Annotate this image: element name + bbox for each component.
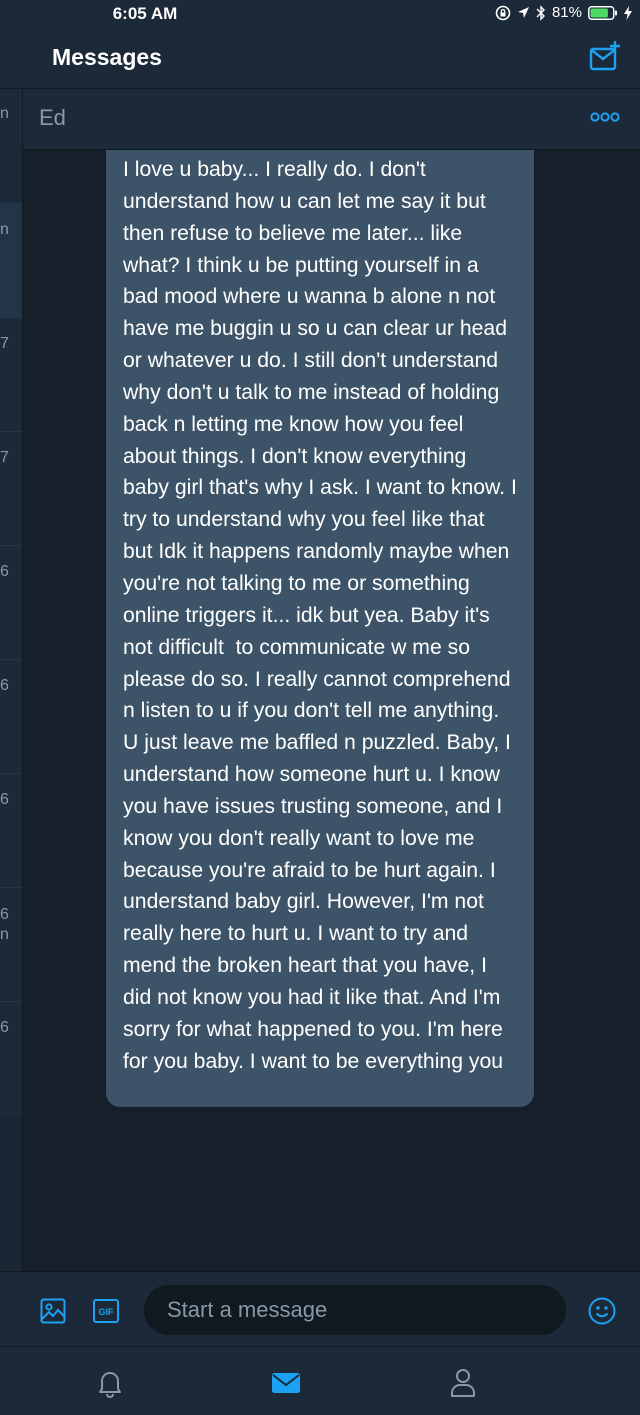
more-icon[interactable] xyxy=(590,111,620,123)
conversation-name: Ed xyxy=(39,105,66,130)
messages-header: Messages xyxy=(0,30,640,89)
list-item[interactable]: 6 xyxy=(0,773,22,888)
bell-icon[interactable] xyxy=(94,1367,126,1399)
charging-icon xyxy=(624,5,632,20)
list-item[interactable] xyxy=(0,1115,22,1271)
list-item[interactable]: 6 xyxy=(0,545,22,660)
status-icons: 81% xyxy=(495,4,632,21)
bluetooth-icon xyxy=(536,4,545,21)
message-thread[interactable]: I love u baby... I really do. I don't un… xyxy=(23,150,640,1271)
conversation-header: Ed xyxy=(23,89,640,150)
conversation-list-strip: n n 7 7 6 6 6 6 n 6 xyxy=(0,89,23,1271)
battery-icon xyxy=(588,5,617,20)
list-item[interactable]: n xyxy=(0,203,22,318)
profile-icon[interactable] xyxy=(447,1367,479,1399)
battery-percent: 81% xyxy=(551,4,582,21)
list-item[interactable]: 7 xyxy=(0,431,22,546)
gif-icon[interactable]: GIF xyxy=(93,1299,119,1323)
emoji-icon[interactable] xyxy=(588,1297,616,1325)
mail-icon[interactable] xyxy=(270,1367,302,1399)
compose-icon[interactable] xyxy=(588,40,622,74)
lock-rotation-icon xyxy=(495,5,511,20)
message-input[interactable] xyxy=(144,1285,566,1335)
list-item[interactable]: 6 xyxy=(0,659,22,774)
gif-label: GIF xyxy=(99,1307,115,1317)
status-bar: 6:05 AM 81% xyxy=(0,0,640,30)
list-item[interactable]: 7 xyxy=(0,317,22,432)
list-item[interactable]: 6 n xyxy=(0,887,22,1002)
media-icon[interactable] xyxy=(40,1298,66,1324)
page-title: Messages xyxy=(52,44,162,70)
list-item[interactable]: n xyxy=(0,89,22,204)
location-icon xyxy=(517,6,529,18)
message-composer: GIF xyxy=(0,1271,640,1347)
message-bubble[interactable]: I love u baby... I really do. I don't un… xyxy=(106,150,534,1108)
list-item[interactable]: 6 xyxy=(0,1001,22,1116)
tab-bar xyxy=(0,1346,640,1415)
status-time: 6:05 AM xyxy=(112,4,178,23)
